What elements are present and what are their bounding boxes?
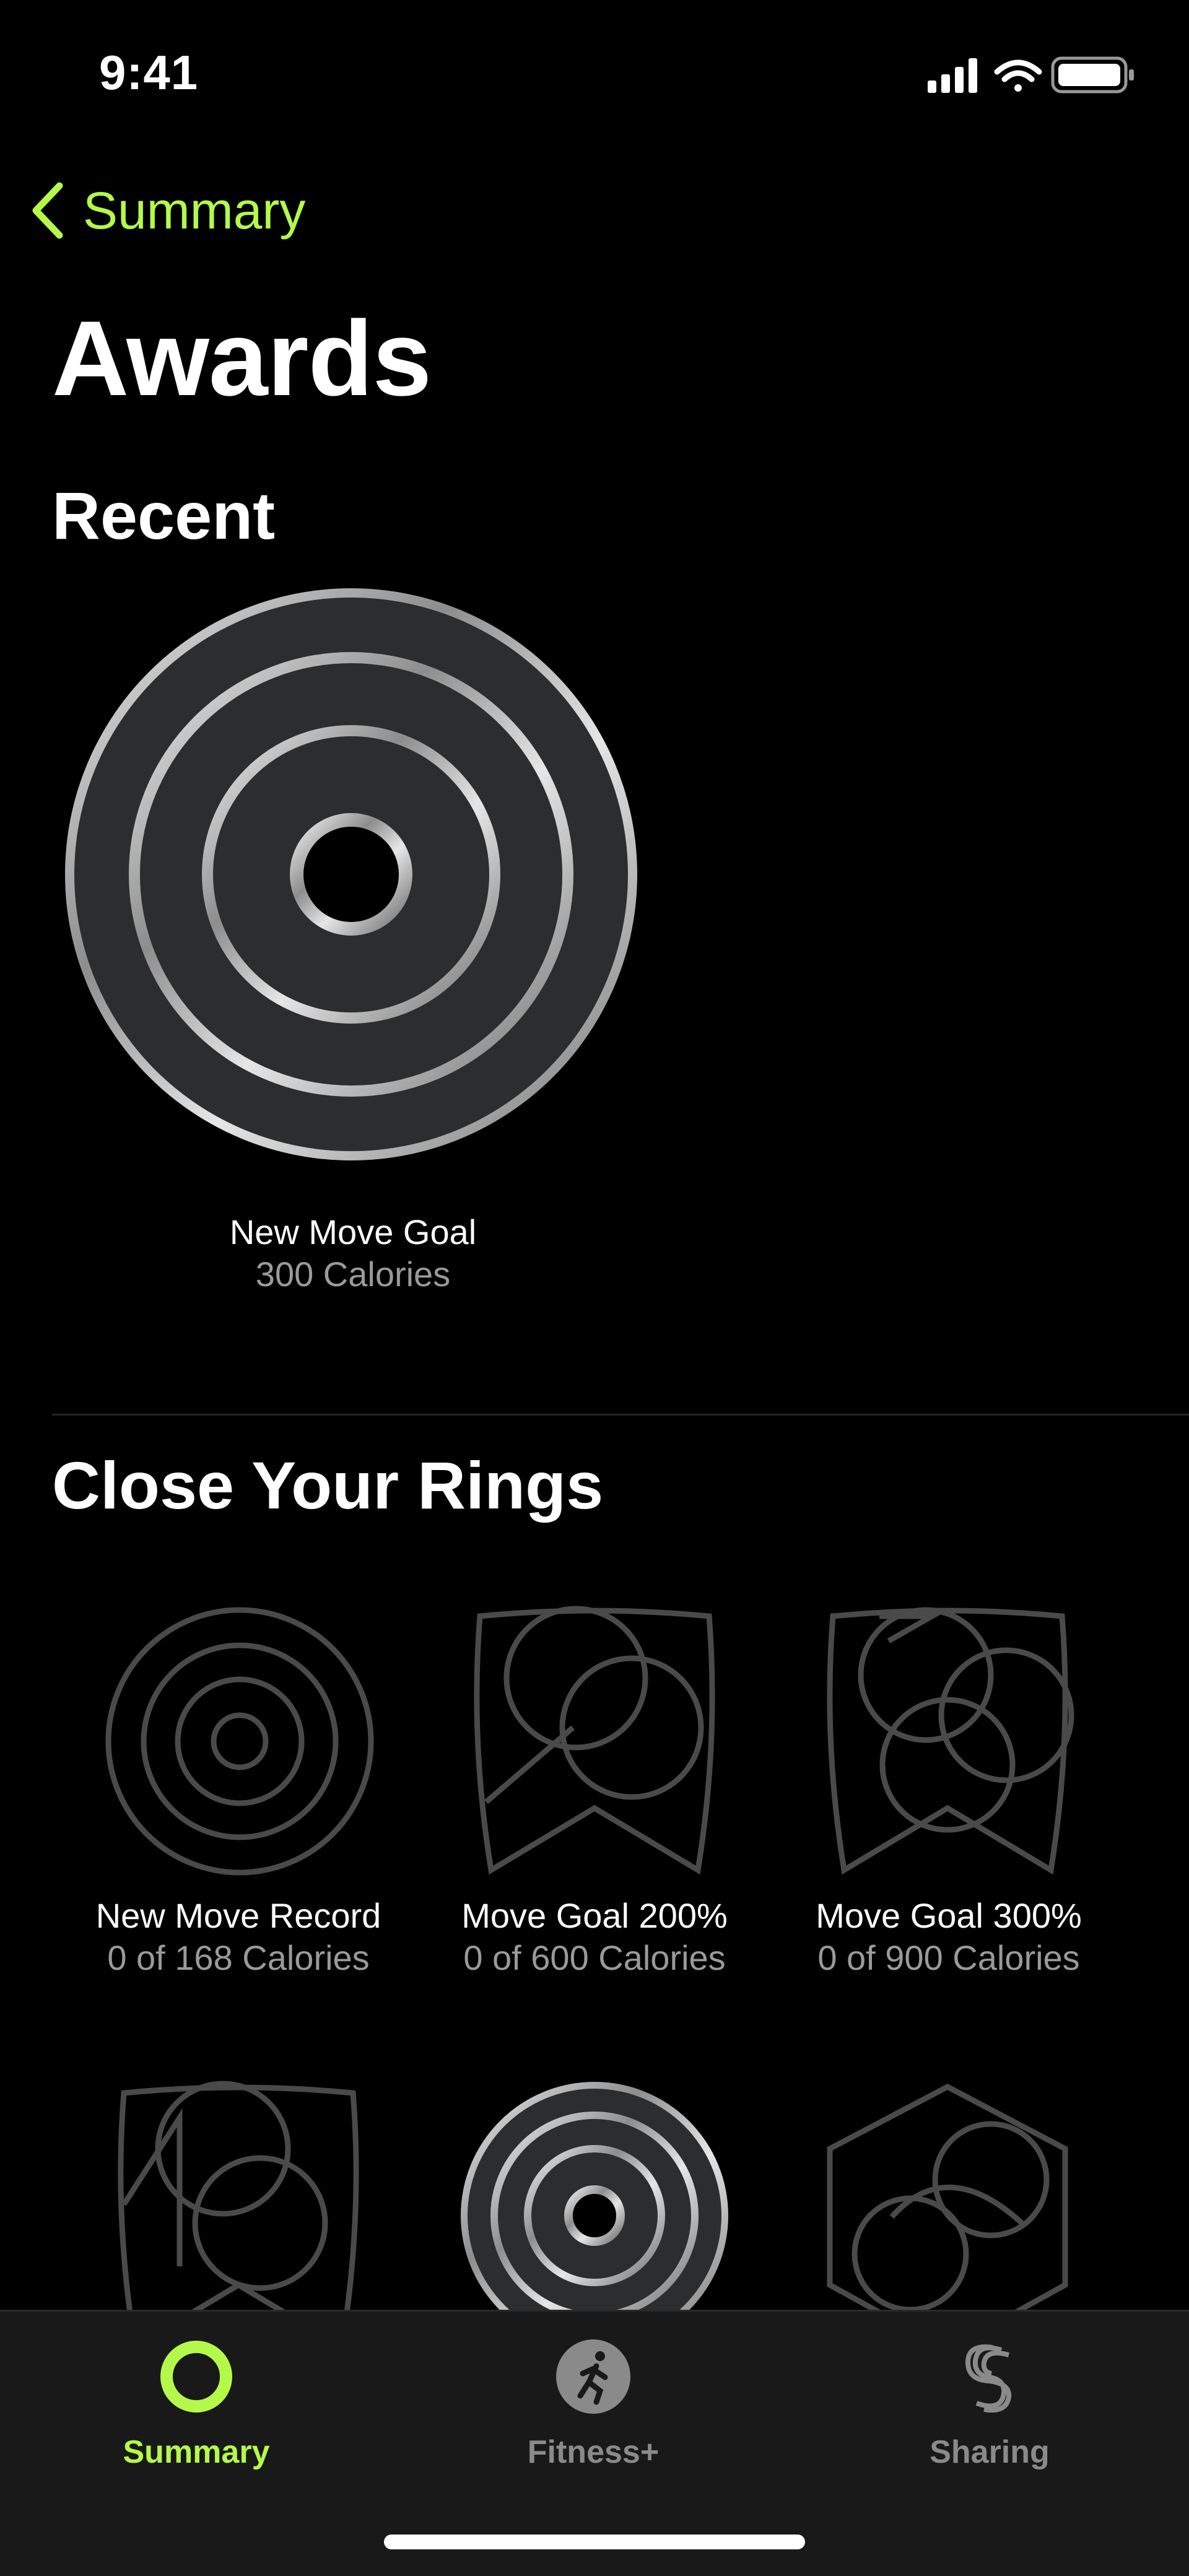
chevron-left-icon xyxy=(32,182,63,239)
award-title: Move Goal 200% xyxy=(461,1896,728,1935)
tab-summary[interactable]: Summary xyxy=(72,2336,320,2471)
back-label: Summary xyxy=(83,181,306,240)
section-title-recent: Recent xyxy=(52,478,276,553)
status-time: 9:41 xyxy=(99,45,199,100)
status-icons xyxy=(928,56,1134,94)
move-goal-200-badge[interactable] xyxy=(468,1604,721,1879)
cellular-signal-icon xyxy=(928,58,977,93)
wifi-icon xyxy=(994,59,1042,92)
award-subtitle: 0 of 168 Calories xyxy=(107,1938,370,1977)
runner-icon xyxy=(556,2339,630,2414)
ring-award-caption: Move Goal 200% 0 of 600 Calories xyxy=(409,1895,780,1979)
page-title: Awards xyxy=(52,299,432,418)
award-subtitle: 0 of 900 Calories xyxy=(817,1938,1080,1977)
sharing-icon xyxy=(965,2344,1012,2413)
tab-label: Summary xyxy=(123,2434,270,2470)
ring-award-caption: New Move Record 0 of 168 Calories xyxy=(53,1895,424,1979)
tab-fitness-plus[interactable]: Fitness+ xyxy=(469,2336,717,2471)
award-subtitle: 0 of 600 Calories xyxy=(463,1938,726,1977)
battery-icon xyxy=(1051,56,1134,94)
section-divider xyxy=(52,1414,1189,1416)
section-title-close-rings: Close Your Rings xyxy=(52,1448,604,1523)
recent-award-caption: New Move Goal 300 Calories xyxy=(167,1211,539,1295)
award-subtitle: 300 Calories xyxy=(255,1255,451,1294)
award-title: New Move Record xyxy=(95,1896,381,1935)
back-button[interactable]: Summary xyxy=(27,173,305,248)
new-move-record-badge[interactable] xyxy=(102,1604,378,1879)
award-title: New Move Goal xyxy=(229,1212,477,1251)
award-title: Move Goal 300% xyxy=(816,1896,1082,1935)
tab-label: Sharing xyxy=(930,2434,1050,2470)
activity-ring-icon xyxy=(160,2341,232,2413)
move-goal-300-badge[interactable] xyxy=(821,1604,1074,1879)
tab-sharing[interactable]: Sharing xyxy=(866,2336,1113,2471)
ring-award-caption: Move Goal 300% 0 of 900 Calories xyxy=(763,1895,1135,1979)
move-goal-award-medal[interactable] xyxy=(62,585,641,1164)
tab-label: Fitness+ xyxy=(527,2434,660,2470)
home-indicator[interactable] xyxy=(384,2535,805,2549)
